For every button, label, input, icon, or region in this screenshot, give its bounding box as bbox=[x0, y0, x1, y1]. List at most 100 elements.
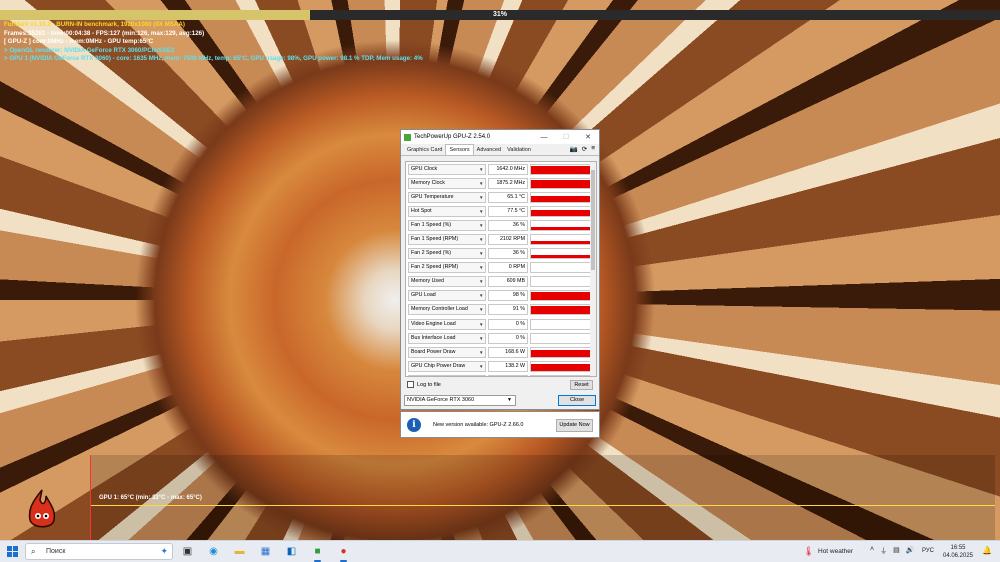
camera-icon[interactable]: 📷 bbox=[570, 145, 578, 153]
sensor-name[interactable]: Bus Interface Load bbox=[408, 332, 486, 344]
sensor-name[interactable]: Fan 2 Speed (RPM) bbox=[408, 262, 486, 274]
sensor-name[interactable]: Fan 1 Speed (%) bbox=[408, 219, 486, 231]
notification-icon[interactable]: 🔔 bbox=[982, 546, 992, 555]
gpuz-titlebar[interactable]: TechPowerUp GPU-Z 2.54.0 — ☐ ✕ bbox=[401, 130, 599, 144]
sensor-graph-fill bbox=[531, 195, 590, 202]
sensor-graph bbox=[530, 318, 591, 330]
sensor-name[interactable]: GPU Clock bbox=[408, 163, 486, 175]
log-to-file-option[interactable]: Log to file bbox=[407, 381, 441, 388]
taskbar: ⌕ Поиск ✦ ▣ ◉ ▬ ▦ ◧ ■ ● 🌡 Hot weather ˄ … bbox=[0, 540, 1000, 562]
volume-icon[interactable]: 🔊 bbox=[906, 546, 915, 556]
search-highlight-icon: ✦ bbox=[160, 546, 168, 556]
furmark-taskbar-icon[interactable]: ● bbox=[336, 544, 351, 562]
sensor-value: 98 % bbox=[488, 290, 528, 302]
clock[interactable]: 16:55 04.06.2025 bbox=[940, 544, 976, 560]
gpuz-taskbar-icon[interactable]: ■ bbox=[310, 544, 325, 562]
chevron-down-icon[interactable]: ▼ bbox=[479, 322, 483, 327]
chevron-down-icon[interactable]: ▼ bbox=[479, 364, 483, 369]
update-notification: i New version available: GPU-Z 2.66.0 Up… bbox=[400, 411, 600, 438]
sensor-graph bbox=[530, 304, 591, 316]
gpu-select[interactable]: NVIDIA GeForce RTX 3060 ▼ bbox=[404, 395, 516, 406]
chevron-down-icon[interactable]: ▼ bbox=[479, 195, 483, 200]
sensor-name[interactable]: GPU Load bbox=[408, 290, 486, 302]
sensor-name[interactable]: GPU Chip Power Draw bbox=[408, 360, 486, 372]
sensor-value: 0 RPM bbox=[488, 262, 528, 274]
chevron-down-icon[interactable]: ▼ bbox=[479, 237, 483, 242]
gpuz-window[interactable]: TechPowerUp GPU-Z 2.54.0 — ☐ ✕ Graphics … bbox=[400, 129, 600, 410]
tab-advanced[interactable]: Advanced bbox=[474, 145, 504, 155]
edge-icon[interactable]: ◉ bbox=[206, 544, 221, 559]
sensor-graph bbox=[530, 219, 591, 231]
tab-validation[interactable]: Validation bbox=[504, 145, 534, 155]
taskbar-search[interactable]: ⌕ Поиск ✦ bbox=[25, 543, 173, 560]
chevron-down-icon[interactable]: ▼ bbox=[479, 279, 483, 284]
sensor-name[interactable]: Fan 2 Speed (%) bbox=[408, 248, 486, 260]
sensor-name[interactable]: GPU Temperature bbox=[408, 191, 486, 203]
chevron-down-icon[interactable]: ▼ bbox=[479, 350, 483, 355]
sensor-graph-fill bbox=[531, 363, 590, 371]
close-button[interactable]: Close bbox=[558, 395, 596, 406]
usb-icon[interactable]: ⏚ bbox=[880, 546, 887, 556]
outlook-icon[interactable]: ◧ bbox=[284, 544, 299, 559]
scroll-thumb[interactable] bbox=[591, 170, 595, 270]
chevron-down-icon[interactable]: ▼ bbox=[479, 181, 483, 186]
sensor-graph bbox=[530, 332, 591, 344]
search-icon: ⌕ bbox=[31, 547, 36, 556]
chevron-down-icon[interactable]: ▼ bbox=[479, 307, 483, 312]
sensor-scrollbar[interactable] bbox=[590, 162, 596, 376]
chevron-down-icon[interactable]: ▼ bbox=[479, 223, 483, 228]
sensor-name[interactable]: Memory Clock bbox=[408, 177, 486, 189]
chevron-down-icon[interactable]: ▼ bbox=[479, 209, 483, 214]
menu-icon[interactable]: ≡ bbox=[591, 145, 595, 153]
sensor-row: Memory Used ▼ 609 MB bbox=[406, 275, 596, 289]
language-indicator[interactable]: РУС bbox=[922, 548, 934, 554]
network-icon[interactable]: ▤ bbox=[893, 546, 900, 556]
file-explorer-icon[interactable]: ▬ bbox=[232, 544, 247, 559]
sensor-name[interactable]: Memory Used bbox=[408, 276, 486, 288]
close-window-button[interactable]: ✕ bbox=[577, 133, 599, 141]
sensor-graph bbox=[530, 290, 591, 302]
tab-graphics-card[interactable]: Graphics Card bbox=[404, 145, 445, 155]
sensor-graph bbox=[530, 276, 591, 288]
sensor-graph bbox=[530, 360, 591, 372]
refresh-icon[interactable]: ⟳ bbox=[582, 145, 587, 153]
gpu-select-value: NVIDIA GeForce RTX 3060 bbox=[407, 397, 475, 403]
sensor-row: Bus Interface Load ▼ 0 % bbox=[406, 331, 596, 345]
tab-sensors[interactable]: Sensors bbox=[445, 144, 474, 155]
update-now-button[interactable]: Update Now bbox=[556, 419, 593, 432]
chevron-down-icon: ▼ bbox=[507, 397, 512, 403]
sensor-name[interactable]: Video Engine Load bbox=[408, 318, 486, 330]
sensor-name[interactable]: Board Power Draw bbox=[408, 346, 486, 358]
sensor-value: 65.1 °C bbox=[488, 191, 528, 203]
chevron-up-icon[interactable]: ˄ bbox=[870, 546, 874, 556]
sensor-name[interactable]: Hot Spot bbox=[408, 205, 486, 217]
chevron-down-icon[interactable]: ▼ bbox=[479, 265, 483, 270]
sensor-value: 168.6 W bbox=[488, 346, 528, 358]
sensor-row: PWR_SRC Power Draw▼30.4 W bbox=[406, 373, 596, 376]
weather-label[interactable]: Hot weather bbox=[818, 548, 853, 555]
sensor-name[interactable]: PWR_SRC Power Draw bbox=[408, 374, 486, 376]
chevron-down-icon[interactable]: ▼ bbox=[479, 251, 483, 256]
gpuz-app-icon bbox=[404, 133, 411, 141]
sensor-row: Memory Controller Load ▼ 91 % bbox=[406, 303, 596, 317]
sensor-name[interactable]: Memory Controller Load bbox=[408, 304, 486, 316]
thermometer-icon[interactable]: 🌡 bbox=[803, 546, 814, 557]
log-to-file-checkbox[interactable] bbox=[407, 381, 414, 388]
minimize-button[interactable]: — bbox=[533, 134, 555, 141]
chevron-down-icon[interactable]: ▼ bbox=[479, 167, 483, 172]
sensor-name[interactable]: Fan 1 Speed (RPM) bbox=[408, 234, 486, 246]
store-icon[interactable]: ▦ bbox=[258, 544, 273, 559]
sensor-graph bbox=[530, 346, 591, 358]
task-view-icon[interactable]: ▣ bbox=[180, 544, 195, 559]
reset-button[interactable]: Reset bbox=[570, 380, 593, 390]
maximize-button[interactable]: ☐ bbox=[555, 133, 577, 141]
sensor-graph-fill bbox=[531, 165, 590, 174]
chevron-down-icon[interactable]: ▼ bbox=[479, 293, 483, 298]
start-button[interactable] bbox=[7, 546, 18, 557]
sensor-value: 91 % bbox=[488, 304, 528, 316]
sensor-row: Fan 1 Speed (RPM) ▼ 2102 RPM bbox=[406, 232, 596, 246]
sensor-graph-fill bbox=[531, 209, 590, 216]
chevron-down-icon[interactable]: ▼ bbox=[479, 336, 483, 341]
sensor-list[interactable]: GPU Clock ▼ 1642.0 MHz Memory Clock ▼ 1875.2 … bbox=[405, 161, 597, 377]
sensor-value: 36 % bbox=[488, 219, 528, 231]
